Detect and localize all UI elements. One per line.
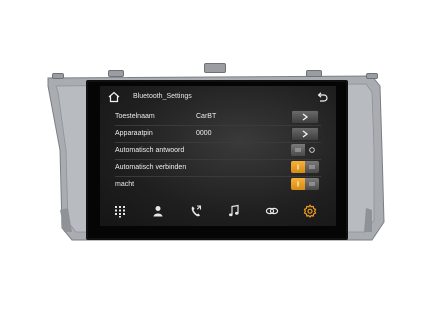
setting-label: Automatisch antwoord	[115, 147, 185, 154]
bluetooth-settings-screen: Bluetooth_Settings Toestelnaam CarBT App…	[100, 86, 336, 226]
toggle-off-indicator-icon	[295, 147, 315, 153]
setting-label: Toestelnaam	[115, 113, 155, 120]
setting-row-device-pin[interactable]: Apparaatpin 0000	[115, 127, 321, 141]
chevron-right-icon	[302, 113, 309, 121]
auto-answer-toggle[interactable]	[291, 144, 319, 156]
chevron-right-icon	[302, 130, 309, 138]
row-divider	[115, 142, 321, 143]
setting-value: 0000	[196, 130, 212, 137]
toggle-on-indicator-icon	[297, 164, 315, 170]
row-divider	[115, 159, 321, 160]
dialpad-icon[interactable]	[113, 204, 127, 218]
mount-clip-top-right	[366, 73, 378, 79]
mount-clip-left	[108, 70, 124, 77]
home-icon[interactable]	[108, 91, 120, 103]
toggle-on-indicator-icon	[297, 181, 315, 187]
row-divider	[115, 176, 321, 177]
link-icon[interactable]	[265, 204, 279, 218]
edit-device-name-button[interactable]	[291, 110, 319, 124]
setting-label: macht	[115, 181, 135, 188]
mount-clip-top-left	[52, 73, 64, 79]
setting-label: Apparaatpin	[115, 130, 153, 137]
setting-row-auto-answer[interactable]: Automatisch antwoord	[115, 144, 321, 158]
auto-connect-toggle[interactable]	[291, 161, 319, 173]
music-icon[interactable]	[227, 204, 241, 218]
power-toggle[interactable]	[291, 178, 319, 190]
setting-value: CarBT	[196, 113, 217, 120]
setting-label: Automatisch verbinden	[115, 164, 187, 171]
call-log-icon[interactable]	[189, 204, 203, 218]
bottom-nav-bar	[100, 196, 336, 226]
settings-icon[interactable]	[303, 204, 317, 218]
edit-device-pin-button[interactable]	[291, 127, 319, 141]
setting-row-auto-connect[interactable]: Automatisch verbinden	[115, 161, 321, 175]
back-icon[interactable]	[316, 91, 328, 103]
setting-row-device-name[interactable]: Toestelnaam CarBT	[115, 110, 321, 124]
top-bar: Bluetooth_Settings	[100, 86, 336, 108]
screen-title: Bluetooth_Settings	[133, 93, 192, 100]
row-divider	[115, 125, 321, 126]
setting-row-power[interactable]: macht	[115, 178, 321, 192]
contacts-icon[interactable]	[151, 204, 165, 218]
mount-clip-right	[306, 70, 322, 77]
mount-clip-center	[204, 63, 226, 73]
